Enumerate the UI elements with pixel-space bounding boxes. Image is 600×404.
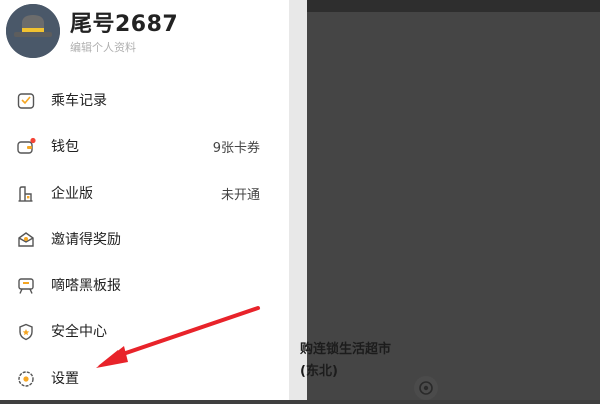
menu-item-enterprise[interactable]: 企业版 未开通 <box>0 171 289 217</box>
drawer-menu: 乘车记录 钱包 9张卡券 企业版 未开通 邀请得奖励 嘀嗒黑板报 安全中心 设置 <box>0 78 289 402</box>
enterprise-icon <box>18 185 33 202</box>
security-center-icon <box>19 324 33 341</box>
hat-avatar-icon <box>6 4 60 58</box>
menu-item-ride-records[interactable]: 乘车记录 <box>0 78 289 124</box>
menu-item-label: 钱包 <box>51 139 79 156</box>
map-top-bar <box>307 0 600 12</box>
menu-item-label: 嘀嗒黑板报 <box>51 278 121 295</box>
locate-icon <box>419 381 433 395</box>
invite-reward-icon <box>18 232 34 247</box>
menu-item-label: 安全中心 <box>51 324 107 341</box>
profile-header[interactable]: 尾号2687 编辑个人资料 <box>6 4 286 60</box>
locate-button[interactable] <box>414 376 438 400</box>
side-drawer: 尾号2687 编辑个人资料 乘车记录 钱包 9张卡券 企业版 未开通 邀请得奖励… <box>0 0 289 400</box>
menu-item-wallet[interactable]: 钱包 9张卡券 <box>0 124 289 170</box>
menu-item-blackboard[interactable]: 嘀嗒黑板报 <box>0 263 289 309</box>
menu-item-invite-reward[interactable]: 邀请得奖励 <box>0 217 289 263</box>
user-name: 尾号2687 <box>70 12 179 37</box>
place-subname-text: (东北) <box>300 364 338 379</box>
menu-item-label: 乘车记录 <box>51 93 107 109</box>
edit-profile-link[interactable]: 编辑个人资料 <box>70 39 136 55</box>
wallet-icon <box>17 138 36 154</box>
menu-item-settings[interactable]: 设置 <box>0 356 289 402</box>
enterprise-status: 未开通 <box>220 187 260 203</box>
blackboard-icon <box>18 278 34 294</box>
menu-item-label: 设置 <box>51 370 79 387</box>
avatar[interactable] <box>6 4 60 58</box>
menu-item-label: 邀请得奖励 <box>51 231 121 248</box>
menu-item-security-center[interactable]: 安全中心 <box>0 309 289 355</box>
ride-record-icon <box>17 93 35 109</box>
wallet-coupon-count: 9张卡券 <box>212 141 260 157</box>
settings-icon <box>18 371 34 387</box>
menu-item-label: 企业版 <box>51 185 93 202</box>
place-name-text: 购连锁生活超市 <box>300 342 392 357</box>
